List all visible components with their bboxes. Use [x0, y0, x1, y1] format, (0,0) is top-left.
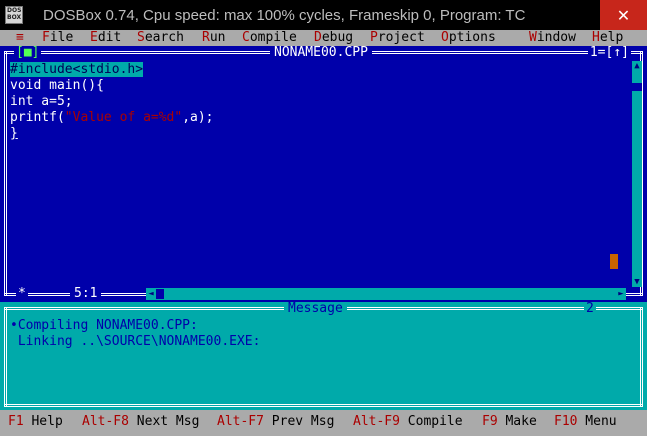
message-line[interactable]: Linking ..\SOURCE\NONAME00.EXE:: [10, 334, 261, 350]
modified-indicator: *: [16, 286, 28, 301]
message-line[interactable]: •Compiling NONAME00.CPP:: [10, 318, 260, 334]
message-frame-left: [4, 307, 7, 406]
editor-close-box[interactable]: [■]: [14, 46, 42, 60]
status-help[interactable]: F1 Help: [8, 414, 63, 430]
status-prev-msg[interactable]: Alt-F7 Prev Msg: [217, 414, 334, 430]
menu-debug[interactable]: Debug: [314, 30, 353, 46]
menu-edit[interactable]: Edit: [90, 30, 121, 46]
dosbox-app-icon[interactable]: DOS BOX: [5, 6, 23, 24]
vertical-scrollbar[interactable]: ▲ ▼: [632, 61, 642, 287]
scroll-right-arrow-icon[interactable]: ►: [616, 288, 626, 300]
scroll-left-arrow-icon[interactable]: ◄: [146, 288, 156, 300]
editor-filename: NONAME00.CPP: [270, 46, 372, 60]
code-area[interactable]: #include<stdio.h> void main(){ int a=5; …: [10, 62, 620, 142]
menu-file[interactable]: File: [42, 30, 73, 46]
editor-window-number[interactable]: 1=[↑]: [587, 46, 631, 60]
vertical-scroll-thumb[interactable]: [632, 83, 642, 91]
menu-help[interactable]: Help: [592, 30, 623, 46]
mouse-cursor-block: [610, 254, 618, 269]
menu-project[interactable]: Project: [370, 30, 425, 46]
window-title: DOSBox 0.74, Cpu speed: max 100% cycles,…: [43, 6, 526, 24]
message-frame-bottom: [4, 404, 643, 407]
close-window-button[interactable]: ✕: [600, 0, 647, 30]
code-line: void main(){: [10, 78, 104, 93]
text-cursor: }: [10, 126, 18, 141]
message-window-number: 2: [584, 301, 596, 316]
system-menu-icon[interactable]: ≡: [16, 30, 24, 46]
code-line: #include<stdio.h>: [10, 62, 620, 78]
menu-bar: ≡ File Edit Search Run Compile Debug Pro…: [0, 30, 647, 46]
string-literal: "Value of a=%d": [64, 110, 183, 125]
editor-window[interactable]: [■] NONAME00.CPP 1=[↑] #include<stdio.h>…: [0, 46, 647, 302]
menu-run[interactable]: Run: [202, 30, 225, 46]
status-bar: F1 Help Alt-F8 Next Msg Alt-F7 Prev Msg …: [0, 410, 647, 436]
menu-compile[interactable]: Compile: [242, 30, 297, 46]
selected-code: #include<stdio.h>: [10, 62, 144, 77]
scroll-down-arrow-icon[interactable]: ▼: [632, 277, 642, 287]
status-next-msg[interactable]: Alt-F8 Next Msg: [82, 414, 199, 430]
menu-options[interactable]: Options: [441, 30, 496, 46]
message-frame-right: [640, 307, 643, 406]
horizontal-scroll-thumb[interactable]: [156, 289, 164, 299]
editor-frame-left: [4, 51, 7, 295]
horizontal-scrollbar[interactable]: ◄ ►: [146, 288, 626, 300]
window-titlebar[interactable]: DOS BOX DOSBox 0.74, Cpu speed: max 100%…: [0, 0, 647, 30]
status-make[interactable]: F9 Make: [482, 414, 537, 430]
message-window-title: Message: [284, 302, 347, 316]
code-line: printf("Value of a=%d",a);: [10, 110, 214, 125]
menu-search[interactable]: Search: [137, 30, 184, 46]
code-line: int a=5;: [10, 94, 73, 109]
code-line: }: [10, 126, 620, 142]
app-icon-label: DOS BOX: [7, 7, 22, 21]
message-window[interactable]: Message 2 •Compiling NONAME00.CPP: Linki…: [0, 302, 647, 410]
cursor-position: 5:1: [70, 287, 102, 301]
status-menu[interactable]: F10 Menu: [554, 414, 617, 430]
scroll-up-arrow-icon[interactable]: ▲: [632, 61, 642, 71]
status-compile[interactable]: Alt-F9 Compile: [353, 414, 463, 430]
message-list: •Compiling NONAME00.CPP: Linking ..\SOUR…: [10, 318, 260, 350]
menu-window[interactable]: Window: [529, 30, 576, 46]
